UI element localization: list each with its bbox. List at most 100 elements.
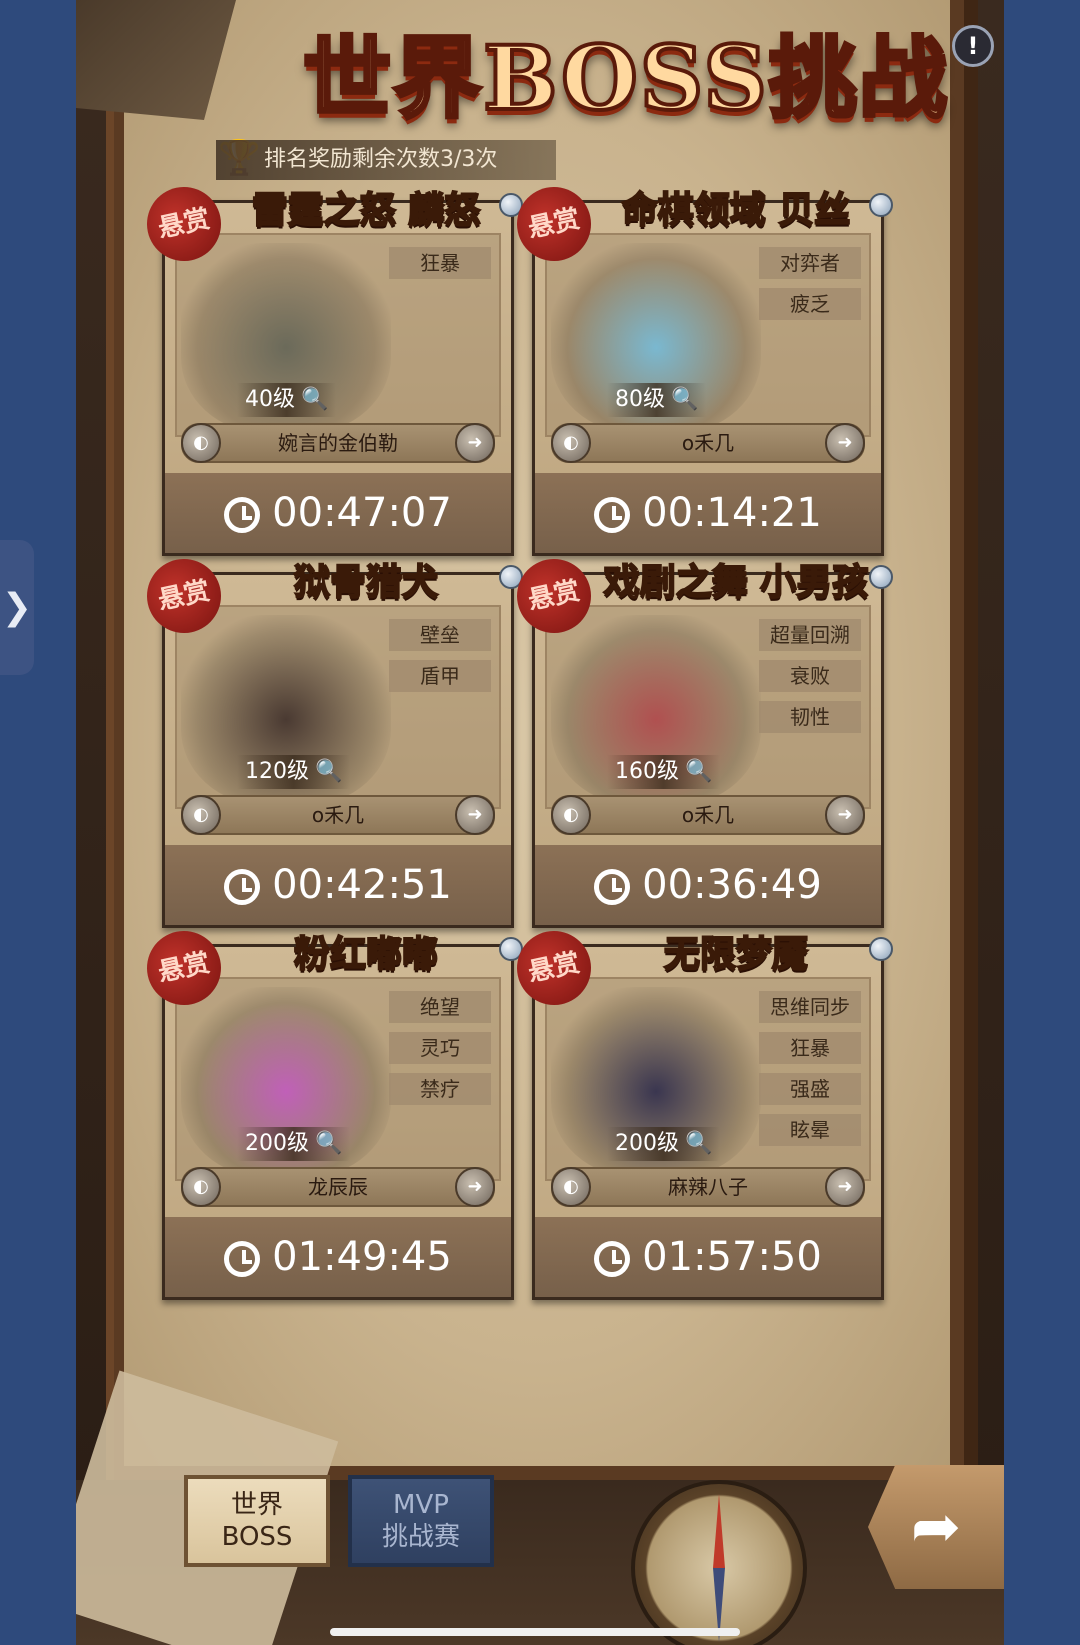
boss-level-badge[interactable]: 120级 🔍 [237,755,351,789]
clock-icon [224,1241,261,1277]
boss-trait-tag: 壁垒 [389,619,491,651]
boss-name: 狱骨猎犬 [293,561,439,604]
boss-name: 无限梦魇 [663,933,809,976]
boss-level-badge[interactable]: 160级 🔍 [607,755,721,789]
arrow-right-icon[interactable]: ➜ [455,423,495,463]
search-icon[interactable]: 🔍 [315,759,342,784]
boss-timer: 00:47:07 [165,473,511,553]
search-icon[interactable]: 🔍 [301,387,328,412]
top-player-bar[interactable]: ◐ o禾几 ➜ [551,423,865,463]
share-arrow-icon: ➦ [910,1492,962,1562]
boss-timer: 00:14:21 [535,473,881,553]
timer-value: 00:47:07 [272,490,452,536]
info-button[interactable]: ! [952,25,994,67]
boss-level: 120级 [245,759,309,784]
page-title: 世界BOSS挑战 [301,24,949,132]
boss-level-badge[interactable]: 80级 🔍 [607,383,707,417]
player-avatar-icon: ◐ [551,423,591,463]
home-indicator[interactable] [330,1628,740,1636]
timer-value: 01:49:45 [272,1234,452,1280]
top-player-name: o禾几 [681,431,735,455]
boss-name: 命棋领域 贝丝 [621,189,852,232]
player-avatar-icon: ◐ [181,423,221,463]
reward-remaining-text: 排名奖励剩余次数3/3次 [216,140,556,180]
boss-trait-tag: 灵巧 [389,1032,491,1064]
top-player-name: o禾几 [311,803,365,827]
boss-level: 200级 [615,1131,679,1156]
top-player-bar[interactable]: ◐ 龙辰辰 ➜ [181,1167,495,1207]
chevron-right-icon: ❯ [1,587,33,628]
arrow-right-icon[interactable]: ➜ [825,423,865,463]
boss-trait-tag: 眩晕 [759,1114,861,1146]
timer-value: 00:14:21 [642,490,822,536]
boss-card[interactable]: 悬赏 雷霆之怒 麟怒 狂暴 40级 🔍 ◐ 婉言的金伯勒 ➜ 00:47:07 [140,180,523,556]
boss-trait-tag: 疲乏 [759,288,861,320]
boss-card[interactable]: 悬赏 无限梦魇 思维同步 狂暴 强盛 眩晕 200级 🔍 ◐ 麻辣八子 ➜ 01:57:50 [510,924,893,1300]
boss-trait-tag: 韧性 [759,701,861,733]
top-player-bar[interactable]: ◐ 婉言的金伯勒 ➜ [181,423,495,463]
tab-mvp-line1: MVP [393,1490,449,1520]
tab-mvp-line2: 挑战赛 [381,1522,460,1552]
compass-needle-icon [713,1494,725,1642]
clock-icon [594,869,631,905]
arrow-right-icon[interactable]: ➜ [825,795,865,835]
boss-trait-tag: 狂暴 [389,247,491,279]
top-player-bar[interactable]: ◐ o禾几 ➜ [181,795,495,835]
search-icon[interactable]: 🔍 [671,387,698,412]
boss-level-badge[interactable]: 200级 🔍 [607,1127,721,1161]
top-player-name: 婉言的金伯勒 [278,431,398,455]
boss-trait-tag: 盾甲 [389,660,491,692]
boss-timer: 00:36:49 [535,845,881,925]
boss-card[interactable]: 悬赏 戏剧之舞 小男孩 超量回溯 衰败 韧性 160级 🔍 ◐ o禾几 ➜ 00:36:49 [510,552,893,928]
player-avatar-icon: ◐ [551,795,591,835]
tab-world-boss-line2: BOSS [221,1522,293,1552]
player-avatar-icon: ◐ [181,795,221,835]
boss-trait-tag: 狂暴 [759,1032,861,1064]
player-avatar-icon: ◐ [181,1167,221,1207]
boss-timer: 01:57:50 [535,1217,881,1297]
boss-level-badge[interactable]: 40级 🔍 [237,383,337,417]
top-player-name: 麻辣八子 [668,1175,748,1199]
boss-level-badge[interactable]: 200级 🔍 [237,1127,351,1161]
arrow-right-icon[interactable]: ➜ [825,1167,865,1207]
boss-level: 40级 [245,387,295,412]
arrow-right-icon[interactable]: ➜ [455,1167,495,1207]
tab-mvp-challenge[interactable]: MVP 挑战赛 [348,1475,494,1567]
boss-card[interactable]: 悬赏 命棋领域 贝丝 对弈者 疲乏 80级 🔍 ◐ o禾几 ➜ 00:14:21 [510,180,893,556]
compass-decoration [631,1480,807,1645]
tab-world-boss[interactable]: 世界 BOSS [184,1475,330,1567]
timer-value: 01:57:50 [642,1234,822,1280]
boss-card[interactable]: 悬赏 狱骨猎犬 壁垒 盾甲 120级 🔍 ◐ o禾几 ➜ 00:42:51 [140,552,523,928]
boss-level: 200级 [245,1131,309,1156]
boss-trait-tag: 对弈者 [759,247,861,279]
search-icon[interactable]: 🔍 [685,1131,712,1156]
boss-name: 粉红嘟嘟 [293,933,439,976]
search-icon[interactable]: 🔍 [315,1131,342,1156]
clock-icon [594,1241,631,1277]
boss-trait-tag: 衰败 [759,660,861,692]
search-icon[interactable]: 🔍 [685,759,712,784]
boss-name: 雷霆之怒 麟怒 [251,189,482,232]
boss-trait-tag: 思维同步 [759,991,861,1023]
boss-trait-tag: 绝望 [389,991,491,1023]
top-player-bar[interactable]: ◐ 麻辣八子 ➜ [551,1167,865,1207]
tab-world-boss-line1: 世界 [230,1490,283,1520]
boss-timer: 01:49:45 [165,1217,511,1297]
boss-timer: 00:42:51 [165,845,511,925]
boss-card[interactable]: 悬赏 粉红嘟嘟 绝望 灵巧 禁疗 200级 🔍 ◐ 龙辰辰 ➜ 01:49:45 [140,924,523,1300]
share-button[interactable]: ➦ [868,1465,1004,1589]
top-player-name: o禾几 [681,803,735,827]
clock-icon [224,497,261,533]
arrow-right-icon[interactable]: ➜ [455,795,495,835]
boss-level: 160级 [615,759,679,784]
game-screen: 世界BOSS挑战 ! 🏆 排名奖励剩余次数3/3次 悬赏雷霆之怒 麟怒狂暴40级… [76,0,1004,1645]
boss-trait-tag: 禁疗 [389,1073,491,1105]
top-player-bar[interactable]: ◐ o禾几 ➜ [551,795,865,835]
exclamation-icon: ! [967,32,979,60]
player-avatar-icon: ◐ [551,1167,591,1207]
clock-icon [594,497,631,533]
side-expand-tab[interactable]: ❯ [0,540,34,675]
boss-level: 80级 [615,387,665,412]
timer-value: 00:42:51 [272,862,452,908]
top-player-name: 龙辰辰 [308,1175,368,1199]
